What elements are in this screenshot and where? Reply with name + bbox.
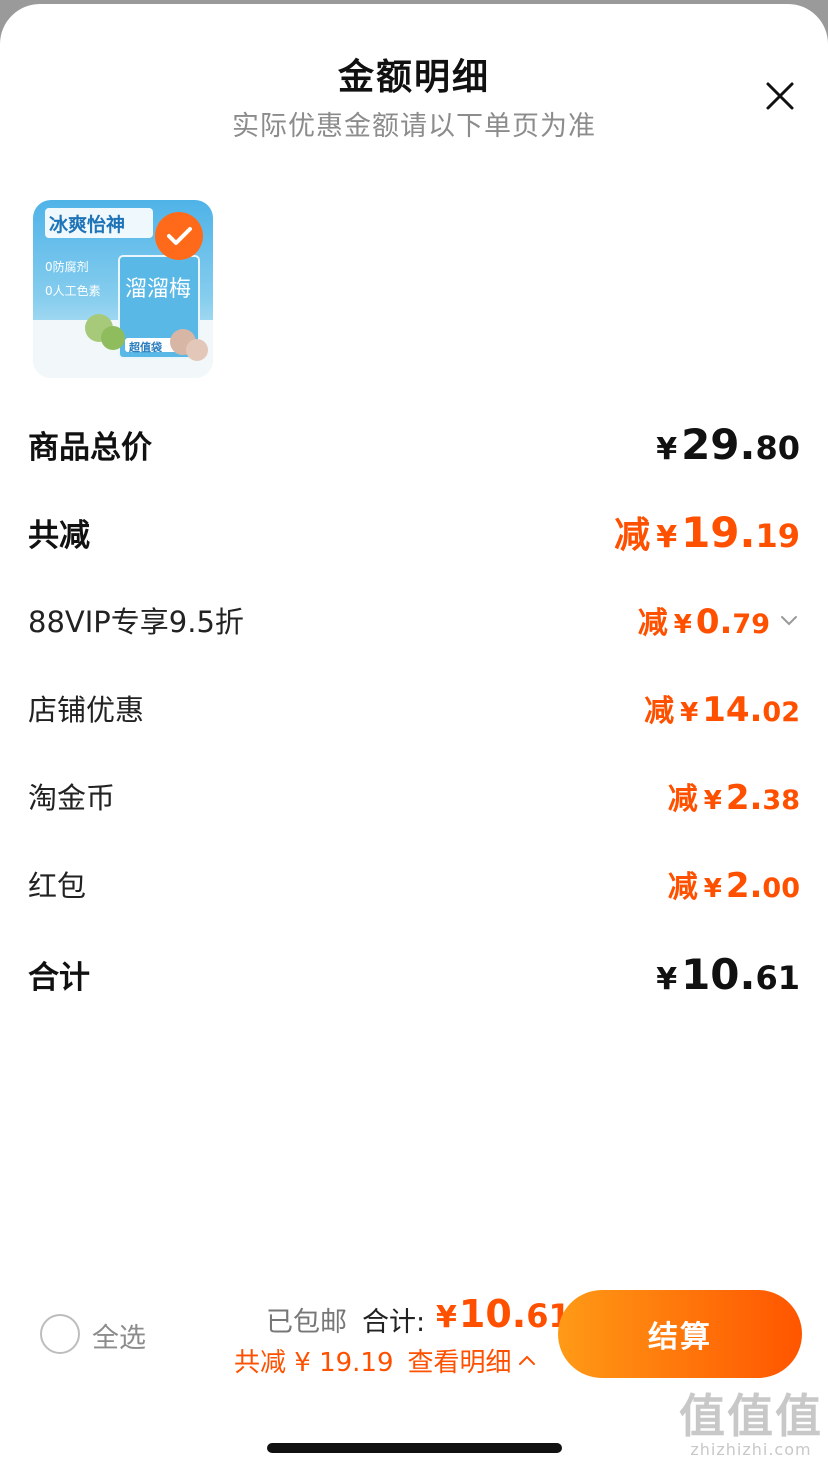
free-shipping-label: 已包邮 xyxy=(266,1307,347,1338)
product-image-text: 溜溜梅 xyxy=(125,277,192,302)
product-image-text: 超值袋 xyxy=(129,341,162,354)
watermark-logo: 值值值 xyxy=(679,1389,823,1443)
sheet-subtitle: 实际优惠金额请以下单页为准 xyxy=(232,111,596,142)
discount-total-amount: 减 ¥ 19. 19 xyxy=(614,506,800,558)
amount-integer: 14. xyxy=(702,690,763,730)
selected-check-badge[interactable] xyxy=(155,212,203,260)
vip-discount-amount: 减 ¥ 0. 79 xyxy=(638,598,800,642)
amount-decimal: 61 xyxy=(755,958,800,997)
home-indicator[interactable] xyxy=(267,1443,562,1453)
amount-integer: 10. xyxy=(681,949,756,999)
row-subtotal: 商品总价 ¥ 29. 80 xyxy=(28,414,800,474)
currency-symbol: ¥ xyxy=(436,1300,457,1335)
subtotal-amount: ¥ 29. 80 xyxy=(656,420,800,469)
amount-integer: 19. xyxy=(681,508,756,557)
saving-text: 共减 ¥ 19.19 xyxy=(234,1348,394,1378)
view-detail-label: 查看明细 xyxy=(407,1348,512,1378)
currency-symbol: ¥ xyxy=(656,961,678,997)
select-all-label[interactable]: 全选 xyxy=(92,1316,146,1355)
currency-symbol: ¥ xyxy=(703,874,722,904)
row-total: 合计 ¥ 10. 61 xyxy=(28,944,800,1004)
row-label: 店铺优惠 xyxy=(28,693,145,727)
currency-symbol: ¥ xyxy=(656,520,678,555)
row-vip-discount[interactable]: 88VIP专享9.5折 减 ¥ 0. 79 xyxy=(28,590,800,650)
currency-symbol: ¥ xyxy=(680,698,699,728)
row-label: 商品总价 xyxy=(28,429,152,466)
currency-symbol: ¥ xyxy=(656,431,678,467)
amount-detail-sheet: 金额明细 实际优惠金额请以下单页为准 冰爽怡神 溜溜梅 0防腐剂 0人工色素 超… xyxy=(0,4,828,1472)
row-coins-discount: 淘金币 减 ¥ 2. 38 xyxy=(28,766,800,826)
total-amount: ¥ 10. 61 xyxy=(656,950,800,999)
amount-decimal: 02 xyxy=(762,697,800,728)
product-image-text: 0防腐剂 xyxy=(45,260,89,274)
coins-discount-amount: 减 ¥ 2. 38 xyxy=(668,774,800,818)
bar-total-amount: ¥ 10. 61 xyxy=(436,1292,571,1336)
chevron-up-icon xyxy=(518,1355,535,1365)
redpacket-discount-amount: 减 ¥ 2. 00 xyxy=(668,862,800,906)
store-discount-amount: 减 ¥ 14. 02 xyxy=(644,686,800,730)
watermark: 值值值 zhizhizhi.com xyxy=(676,1392,826,1459)
chevron-down-icon[interactable] xyxy=(778,609,800,631)
amount-integer: 2. xyxy=(725,866,763,906)
row-label: 88VIP专享9.5折 xyxy=(28,605,244,639)
close-button[interactable] xyxy=(760,76,800,116)
amount-integer: 2. xyxy=(725,778,763,818)
checkout-button[interactable]: 结算 xyxy=(558,1290,802,1378)
watermark-site: zhizhizhi.com xyxy=(690,1440,812,1459)
select-all-radio[interactable] xyxy=(40,1314,80,1354)
row-label: 淘金币 xyxy=(28,781,116,815)
amount-decimal: 38 xyxy=(762,785,800,816)
saving-line: 共减 ¥ 19.19 查看明细 xyxy=(234,1342,538,1379)
check-icon xyxy=(167,227,192,245)
bar-total-label: 合计: xyxy=(362,1307,426,1338)
amount-integer: 29. xyxy=(681,419,756,469)
row-redpacket-discount: 红包 减 ¥ 2. 00 xyxy=(28,854,800,914)
currency-symbol: ¥ xyxy=(703,786,722,816)
checkout-bar: 全选 已包邮 合计: ¥ 10. 61 共减 ¥ 19.19 查看明细 结算 xyxy=(0,1274,828,1394)
amount-decimal: 79 xyxy=(732,609,770,640)
product-thumbnail[interactable]: 冰爽怡神 溜溜梅 0防腐剂 0人工色素 超值袋 xyxy=(33,200,213,378)
currency-symbol: ¥ xyxy=(673,610,692,640)
minus-prefix: 减 xyxy=(614,515,651,556)
minus-prefix: 减 xyxy=(667,782,698,817)
amount-decimal: 19 xyxy=(755,517,800,555)
row-label: 合计 xyxy=(28,959,90,996)
amount-integer: 0. xyxy=(695,602,733,642)
product-image-text: 冰爽怡神 xyxy=(49,214,126,236)
minus-prefix: 减 xyxy=(644,694,675,729)
row-store-discount: 店铺优惠 减 ¥ 14. 02 xyxy=(28,678,800,738)
view-detail-link[interactable]: 查看明细 xyxy=(408,1342,538,1379)
sheet-title: 金额明细 xyxy=(337,57,490,98)
row-label: 共减 xyxy=(28,517,90,554)
amount-decimal: 00 xyxy=(762,873,800,904)
minus-prefix: 减 xyxy=(667,870,698,905)
row-discount-total: 共减 减 ¥ 19. 19 xyxy=(28,502,800,562)
product-image-text: 0人工色素 xyxy=(45,284,101,298)
amount-decimal: 80 xyxy=(755,428,800,467)
close-icon xyxy=(766,82,794,110)
amount-integer: 10. xyxy=(458,1292,527,1336)
row-label: 红包 xyxy=(28,869,87,903)
minus-prefix: 减 xyxy=(637,606,668,641)
